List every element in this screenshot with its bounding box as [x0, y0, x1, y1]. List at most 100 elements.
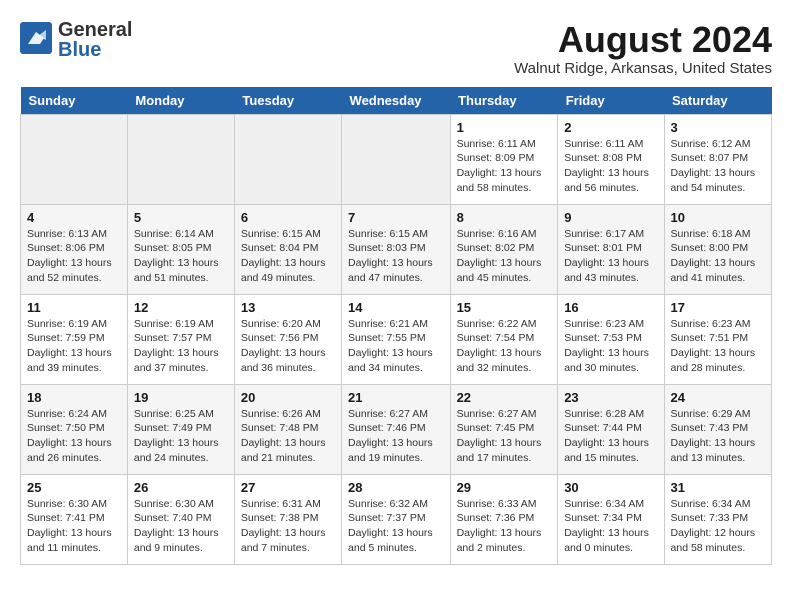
sunset-text: Sunset: 7:34 PM — [564, 512, 642, 524]
day-number: 30 — [564, 480, 657, 495]
day-cell: 4 Sunrise: 6:13 AM Sunset: 8:06 PM Dayli… — [21, 204, 128, 294]
sunrise-text: Sunrise: 6:23 AM — [671, 318, 751, 330]
day-number: 28 — [348, 480, 444, 495]
day-info: Sunrise: 6:15 AM Sunset: 8:04 PM Dayligh… — [241, 227, 335, 286]
sunrise-text: Sunrise: 6:34 AM — [671, 498, 751, 510]
day-number: 17 — [671, 300, 765, 315]
daylight-text: Daylight: 13 hours and 17 minutes. — [457, 437, 542, 464]
day-number: 23 — [564, 390, 657, 405]
daylight-text: Daylight: 13 hours and 58 minutes. — [457, 167, 542, 194]
day-cell: 30 Sunrise: 6:34 AM Sunset: 7:34 PM Dayl… — [558, 474, 664, 564]
day-cell: 18 Sunrise: 6:24 AM Sunset: 7:50 PM Dayl… — [21, 384, 128, 474]
day-info: Sunrise: 6:15 AM Sunset: 8:03 PM Dayligh… — [348, 227, 444, 286]
daylight-text: Daylight: 13 hours and 51 minutes. — [134, 257, 219, 284]
sunrise-text: Sunrise: 6:28 AM — [564, 408, 644, 420]
day-cell — [342, 114, 451, 204]
daylight-text: Daylight: 13 hours and 49 minutes. — [241, 257, 326, 284]
daylight-text: Daylight: 13 hours and 0 minutes. — [564, 527, 649, 554]
day-cell: 14 Sunrise: 6:21 AM Sunset: 7:55 PM Dayl… — [342, 294, 451, 384]
day-info: Sunrise: 6:30 AM Sunset: 7:40 PM Dayligh… — [134, 497, 228, 556]
day-info: Sunrise: 6:34 AM Sunset: 7:34 PM Dayligh… — [564, 497, 657, 556]
day-number: 14 — [348, 300, 444, 315]
sunset-text: Sunset: 8:07 PM — [671, 152, 749, 164]
day-info: Sunrise: 6:28 AM Sunset: 7:44 PM Dayligh… — [564, 407, 657, 466]
weekday-header-row: Sunday Monday Tuesday Wednesday Thursday… — [21, 87, 772, 115]
week-row-3: 11 Sunrise: 6:19 AM Sunset: 7:59 PM Dayl… — [21, 294, 772, 384]
daylight-text: Daylight: 13 hours and 5 minutes. — [348, 527, 433, 554]
sunrise-text: Sunrise: 6:23 AM — [564, 318, 644, 330]
day-number: 2 — [564, 120, 657, 135]
sunrise-text: Sunrise: 6:25 AM — [134, 408, 214, 420]
sunrise-text: Sunrise: 6:20 AM — [241, 318, 321, 330]
sunrise-text: Sunrise: 6:27 AM — [457, 408, 537, 420]
sunrise-text: Sunrise: 6:30 AM — [27, 498, 107, 510]
day-info: Sunrise: 6:20 AM Sunset: 7:56 PM Dayligh… — [241, 317, 335, 376]
sunset-text: Sunset: 7:53 PM — [564, 332, 642, 344]
header-saturday: Saturday — [664, 87, 771, 115]
day-cell: 12 Sunrise: 6:19 AM Sunset: 7:57 PM Dayl… — [127, 294, 234, 384]
sunrise-text: Sunrise: 6:30 AM — [134, 498, 214, 510]
day-number: 25 — [27, 480, 121, 495]
day-info: Sunrise: 6:18 AM Sunset: 8:00 PM Dayligh… — [671, 227, 765, 286]
sunset-text: Sunset: 7:54 PM — [457, 332, 535, 344]
sunrise-text: Sunrise: 6:29 AM — [671, 408, 751, 420]
daylight-text: Daylight: 13 hours and 32 minutes. — [457, 347, 542, 374]
day-info: Sunrise: 6:32 AM Sunset: 7:37 PM Dayligh… — [348, 497, 444, 556]
location-subtitle: Walnut Ridge, Arkansas, United States — [514, 60, 772, 77]
logo-general: General — [58, 20, 132, 40]
sunset-text: Sunset: 7:36 PM — [457, 512, 535, 524]
day-cell: 13 Sunrise: 6:20 AM Sunset: 7:56 PM Dayl… — [234, 294, 341, 384]
daylight-text: Daylight: 13 hours and 47 minutes. — [348, 257, 433, 284]
day-number: 16 — [564, 300, 657, 315]
day-cell: 24 Sunrise: 6:29 AM Sunset: 7:43 PM Dayl… — [664, 384, 771, 474]
daylight-text: Daylight: 13 hours and 41 minutes. — [671, 257, 756, 284]
day-number: 8 — [457, 210, 552, 225]
day-cell: 29 Sunrise: 6:33 AM Sunset: 7:36 PM Dayl… — [450, 474, 558, 564]
sunset-text: Sunset: 7:46 PM — [348, 422, 426, 434]
day-number: 10 — [671, 210, 765, 225]
day-info: Sunrise: 6:19 AM Sunset: 7:59 PM Dayligh… — [27, 317, 121, 376]
calendar-table: Sunday Monday Tuesday Wednesday Thursday… — [20, 87, 772, 565]
day-cell: 22 Sunrise: 6:27 AM Sunset: 7:45 PM Dayl… — [450, 384, 558, 474]
sunrise-text: Sunrise: 6:11 AM — [457, 138, 536, 150]
sunset-text: Sunset: 7:55 PM — [348, 332, 426, 344]
daylight-text: Daylight: 13 hours and 24 minutes. — [134, 437, 219, 464]
header-sunday: Sunday — [21, 87, 128, 115]
day-cell: 26 Sunrise: 6:30 AM Sunset: 7:40 PM Dayl… — [127, 474, 234, 564]
sunset-text: Sunset: 7:33 PM — [671, 512, 749, 524]
daylight-text: Daylight: 12 hours and 58 minutes. — [671, 527, 756, 554]
daylight-text: Daylight: 13 hours and 19 minutes. — [348, 437, 433, 464]
week-row-2: 4 Sunrise: 6:13 AM Sunset: 8:06 PM Dayli… — [21, 204, 772, 294]
day-info: Sunrise: 6:16 AM Sunset: 8:02 PM Dayligh… — [457, 227, 552, 286]
day-cell — [21, 114, 128, 204]
sunset-text: Sunset: 7:59 PM — [27, 332, 105, 344]
sunset-text: Sunset: 7:57 PM — [134, 332, 212, 344]
sunrise-text: Sunrise: 6:11 AM — [564, 138, 643, 150]
day-cell: 27 Sunrise: 6:31 AM Sunset: 7:38 PM Dayl… — [234, 474, 341, 564]
day-number: 11 — [27, 300, 121, 315]
sunrise-text: Sunrise: 6:33 AM — [457, 498, 537, 510]
sunrise-text: Sunrise: 6:13 AM — [27, 228, 107, 240]
sunset-text: Sunset: 8:04 PM — [241, 242, 319, 254]
sunset-text: Sunset: 8:01 PM — [564, 242, 642, 254]
day-number: 5 — [134, 210, 228, 225]
day-number: 1 — [457, 120, 552, 135]
page-header: General Blue August 2024 Walnut Ridge, A… — [20, 20, 772, 77]
day-info: Sunrise: 6:13 AM Sunset: 8:06 PM Dayligh… — [27, 227, 121, 286]
day-number: 12 — [134, 300, 228, 315]
daylight-text: Daylight: 13 hours and 28 minutes. — [671, 347, 756, 374]
logo-icon — [20, 22, 52, 54]
day-number: 20 — [241, 390, 335, 405]
day-cell: 2 Sunrise: 6:11 AM Sunset: 8:08 PM Dayli… — [558, 114, 664, 204]
sunrise-text: Sunrise: 6:32 AM — [348, 498, 428, 510]
sunset-text: Sunset: 8:00 PM — [671, 242, 749, 254]
daylight-text: Daylight: 13 hours and 30 minutes. — [564, 347, 649, 374]
day-info: Sunrise: 6:25 AM Sunset: 7:49 PM Dayligh… — [134, 407, 228, 466]
daylight-text: Daylight: 13 hours and 36 minutes. — [241, 347, 326, 374]
header-friday: Friday — [558, 87, 664, 115]
daylight-text: Daylight: 13 hours and 54 minutes. — [671, 167, 756, 194]
sunset-text: Sunset: 7:45 PM — [457, 422, 535, 434]
sunrise-text: Sunrise: 6:27 AM — [348, 408, 428, 420]
day-info: Sunrise: 6:11 AM Sunset: 8:09 PM Dayligh… — [457, 137, 552, 196]
day-info: Sunrise: 6:19 AM Sunset: 7:57 PM Dayligh… — [134, 317, 228, 376]
